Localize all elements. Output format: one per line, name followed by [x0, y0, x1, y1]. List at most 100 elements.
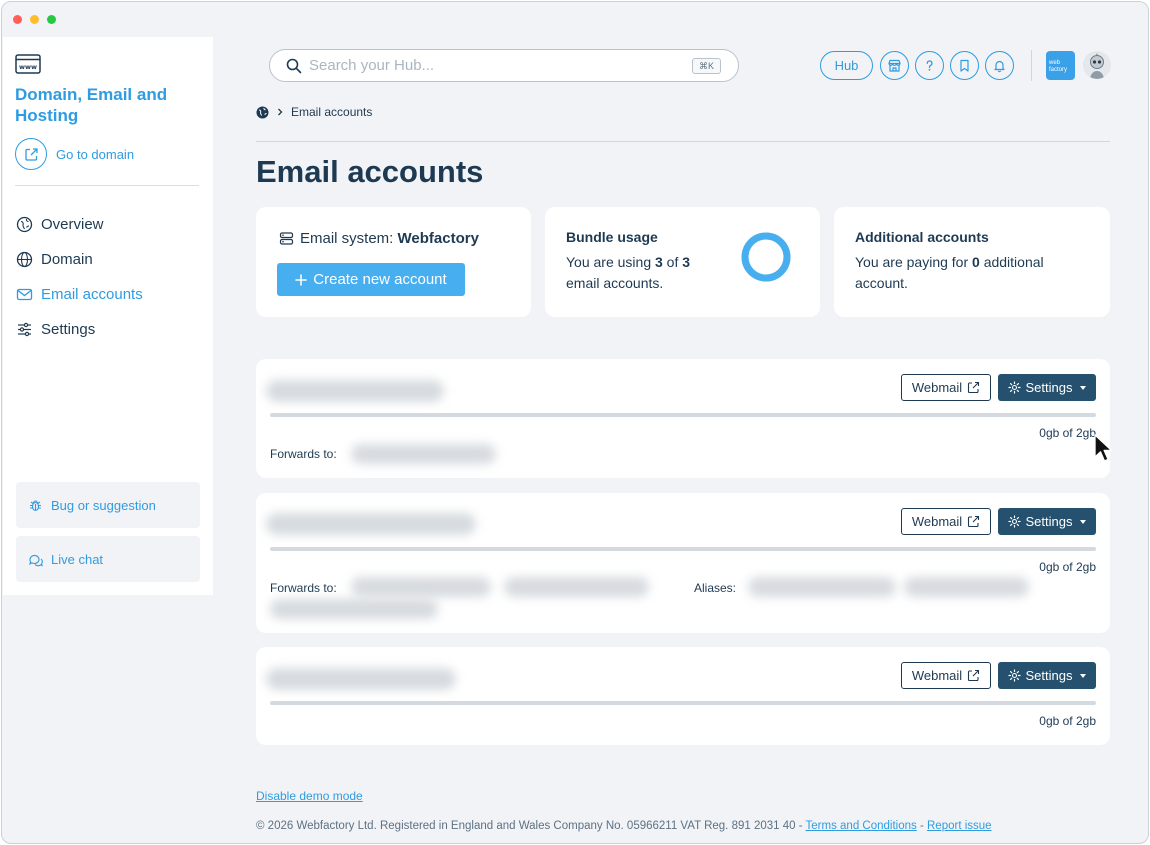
- external-link-icon: [15, 138, 47, 170]
- additional-accounts-text: You are paying for 0 additional account.: [855, 254, 1044, 291]
- bundle-usage-card: Bundle usage You are using 3 of 3 email …: [545, 207, 820, 317]
- settings-dropdown-button[interactable]: Settings: [998, 374, 1096, 401]
- sidebar-item-overview[interactable]: Overview: [16, 207, 143, 242]
- minimize-window-button[interactable]: [30, 15, 39, 24]
- forward-address-redacted: [351, 444, 496, 464]
- external-link-icon: [968, 515, 980, 528]
- sidebar-item-domain[interactable]: Domain: [16, 242, 143, 277]
- settings-label: Settings: [1025, 514, 1073, 529]
- email-system-card: Email system: Webfactory Create new acco…: [256, 207, 531, 317]
- bookmark-icon: [960, 59, 969, 72]
- bug-or-suggestion-button[interactable]: Bug or suggestion: [16, 482, 200, 528]
- create-new-account-button[interactable]: Create new account: [277, 263, 465, 296]
- create-new-account-label: Create new account: [313, 271, 447, 288]
- email-system-prefix: Email system:: [300, 230, 398, 247]
- sidebar-item-settings[interactable]: Settings: [16, 312, 143, 347]
- store-button[interactable]: [880, 51, 909, 80]
- sidebar-title: Domain, Email and Hosting: [15, 85, 168, 125]
- caret-down-icon: [1080, 519, 1087, 524]
- mouse-cursor-icon: [1094, 434, 1113, 462]
- webmail-button[interactable]: Webmail: [901, 508, 991, 535]
- go-to-domain-link[interactable]: Go to domain: [15, 138, 134, 170]
- help-button[interactable]: [915, 51, 944, 80]
- gear-icon: [1007, 669, 1021, 682]
- report-issue-link[interactable]: Report issue: [927, 820, 992, 832]
- forward-address-redacted: [504, 577, 649, 597]
- live-chat-label: Live chat: [51, 551, 104, 567]
- external-link-icon: [968, 669, 980, 682]
- storage-usage-bar: [270, 701, 1096, 705]
- svg-text:www: www: [19, 63, 37, 71]
- server-icon: [279, 232, 294, 245]
- storage-usage-text: 0gb of 2gb: [1039, 560, 1096, 574]
- search-bar[interactable]: ⌘K: [269, 49, 739, 82]
- webfactory-logo[interactable]: web factory: [1046, 51, 1075, 80]
- notifications-button[interactable]: [985, 51, 1014, 80]
- bundle-usage-title: Bundle usage: [566, 229, 658, 245]
- globe-icon[interactable]: [256, 106, 269, 119]
- forward-address-redacted: [270, 599, 438, 619]
- page-title: Email accounts: [256, 154, 484, 189]
- title-bar: [2, 2, 1148, 37]
- hub-button[interactable]: Hub: [820, 51, 873, 80]
- help-icon: [926, 60, 933, 71]
- additional-accounts-card: Additional accounts You are paying for 0…: [834, 207, 1110, 317]
- forward-address-redacted: [351, 577, 491, 597]
- maximize-window-button[interactable]: [47, 15, 56, 24]
- email-account-card: Webmail Settings 0gb of 2gb Forwards to:…: [256, 493, 1110, 633]
- webmail-label: Webmail: [911, 380, 963, 395]
- www-icon: www: [15, 54, 41, 79]
- bundle-usage-donut: [741, 232, 791, 282]
- additional-accounts-title: Additional accounts: [855, 229, 989, 245]
- sidebar-item-label: Settings: [41, 321, 96, 338]
- terms-link[interactable]: Terms and Conditions: [806, 820, 917, 832]
- settings-label: Settings: [1025, 380, 1073, 395]
- search-shortcut-hint: ⌘K: [691, 58, 721, 74]
- email-account-card: Webmail Settings 0gb of 2gb Forwards to:: [256, 359, 1110, 478]
- toolbar-divider: [1031, 50, 1032, 81]
- store-icon: [888, 59, 901, 72]
- email-address-redacted: [266, 380, 444, 402]
- disable-demo-mode-link[interactable]: Disable demo mode: [256, 789, 363, 803]
- storage-usage-bar: [270, 547, 1096, 551]
- external-link-icon: [968, 381, 980, 394]
- email-address-redacted: [266, 513, 476, 535]
- sidebar-divider: [15, 185, 199, 186]
- app-window: www Domain, Email and Hosting Go to doma…: [1, 1, 1149, 844]
- webmail-label: Webmail: [911, 668, 963, 683]
- caret-down-icon: [1080, 385, 1087, 390]
- live-chat-button[interactable]: Live chat: [16, 536, 200, 582]
- footer: © 2026 Webfactory Ltd. Registered in Eng…: [256, 820, 992, 832]
- search-input[interactable]: [309, 55, 689, 76]
- sidebar-item-label: Email accounts: [41, 286, 143, 303]
- storage-usage-bar: [270, 413, 1096, 417]
- webmail-button[interactable]: Webmail: [901, 662, 991, 689]
- settings-dropdown-button[interactable]: Settings: [998, 508, 1096, 535]
- email-system-line: Email system: Webfactory: [279, 230, 479, 247]
- sidebar-item-email-accounts[interactable]: Email accounts: [16, 277, 143, 312]
- avatar[interactable]: [1083, 51, 1111, 79]
- go-to-domain-label: Go to domain: [56, 146, 135, 162]
- gear-icon: [1007, 381, 1021, 394]
- bug-icon: [30, 499, 41, 511]
- storage-usage-text: 0gb of 2gb: [1039, 426, 1096, 440]
- email-address-redacted: [266, 668, 456, 690]
- webmail-button[interactable]: Webmail: [901, 374, 991, 401]
- chat-icon: [29, 554, 43, 566]
- email-account-card: Webmail Settings 0gb of 2gb: [256, 647, 1110, 745]
- gear-icon: [1007, 515, 1021, 528]
- chevron-right-icon: [278, 108, 283, 116]
- sidebar-item-label: Overview: [41, 216, 104, 233]
- alias-address-redacted: [904, 577, 1029, 597]
- sidebar-nav: Overview Domain Email accounts Settings: [16, 207, 143, 347]
- breadcrumb: Email accounts: [256, 105, 372, 119]
- sliders-icon: [18, 322, 31, 337]
- overview-icon: [16, 216, 33, 233]
- settings-label: Settings: [1025, 668, 1073, 683]
- bookmark-button[interactable]: [950, 51, 979, 80]
- settings-dropdown-button[interactable]: Settings: [998, 662, 1096, 689]
- copyright-text: © 2026 Webfactory Ltd. Registered in Eng…: [256, 820, 806, 832]
- close-window-button[interactable]: [13, 15, 22, 24]
- email-system-name: Webfactory: [397, 230, 479, 247]
- aliases-label: Aliases:: [694, 581, 737, 595]
